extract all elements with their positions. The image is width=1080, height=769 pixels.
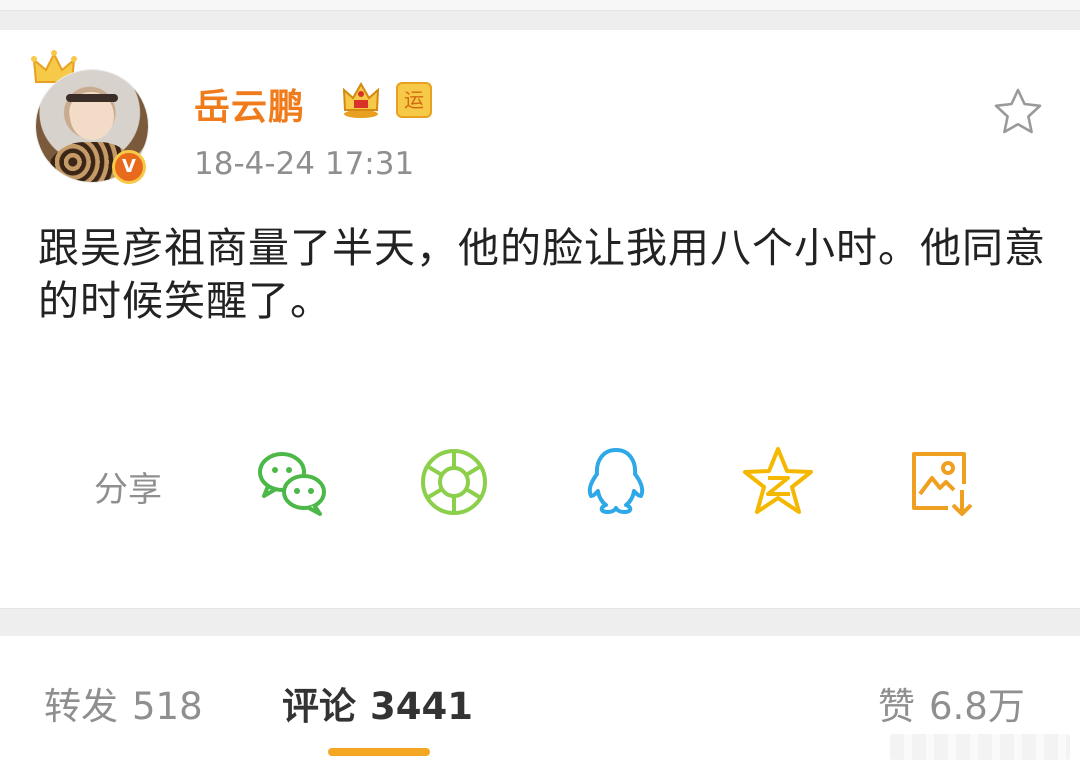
tab-comment[interactable]: 评论 3441 — [282, 676, 473, 730]
qzone-icon[interactable] — [740, 444, 816, 520]
share-row: 分享 — [0, 440, 1080, 532]
post-card: V 岳云鹏 运 18-4-24 17:31 跟吴彦祖商量了半天，他的脸让我用八个… — [0, 0, 1080, 608]
username[interactable]: 岳云鹏 — [194, 78, 305, 130]
watermark — [890, 734, 1070, 760]
tab-repost[interactable]: 转发 518 — [44, 676, 203, 730]
yun-badge[interactable]: 运 — [396, 82, 432, 118]
star-favorite-icon[interactable] — [992, 86, 1044, 136]
vip-crown-icon[interactable] — [340, 80, 382, 120]
post-tabs: 转发 518 评论 3441 赞 6.8万 — [0, 636, 1080, 769]
tab-repost-count: 518 — [132, 685, 203, 728]
save-image-icon[interactable] — [902, 444, 978, 520]
tab-comment-count: 3441 — [370, 685, 473, 728]
avatar-container[interactable]: V — [26, 48, 166, 188]
wechat-icon[interactable] — [254, 444, 330, 520]
share-label: 分享 — [94, 470, 162, 510]
tab-like-count: 6.8万 — [929, 685, 1025, 728]
moments-icon[interactable] — [416, 444, 492, 520]
tab-repost-label: 转发 — [44, 685, 118, 728]
tab-like[interactable]: 赞 6.8万 — [878, 676, 1025, 730]
active-tab-indicator — [328, 748, 430, 756]
verified-badge: V — [112, 150, 146, 184]
post-timestamp: 18-4-24 17:31 — [194, 146, 415, 182]
post-text: 跟吴彦祖商量了半天，他的脸让我用八个小时。他同意的时候笑醒了。 — [38, 224, 1046, 325]
tab-like-label: 赞 — [878, 685, 915, 728]
tab-comment-label: 评论 — [282, 685, 356, 728]
section-separator — [0, 608, 1080, 638]
qq-icon[interactable] — [578, 444, 654, 520]
